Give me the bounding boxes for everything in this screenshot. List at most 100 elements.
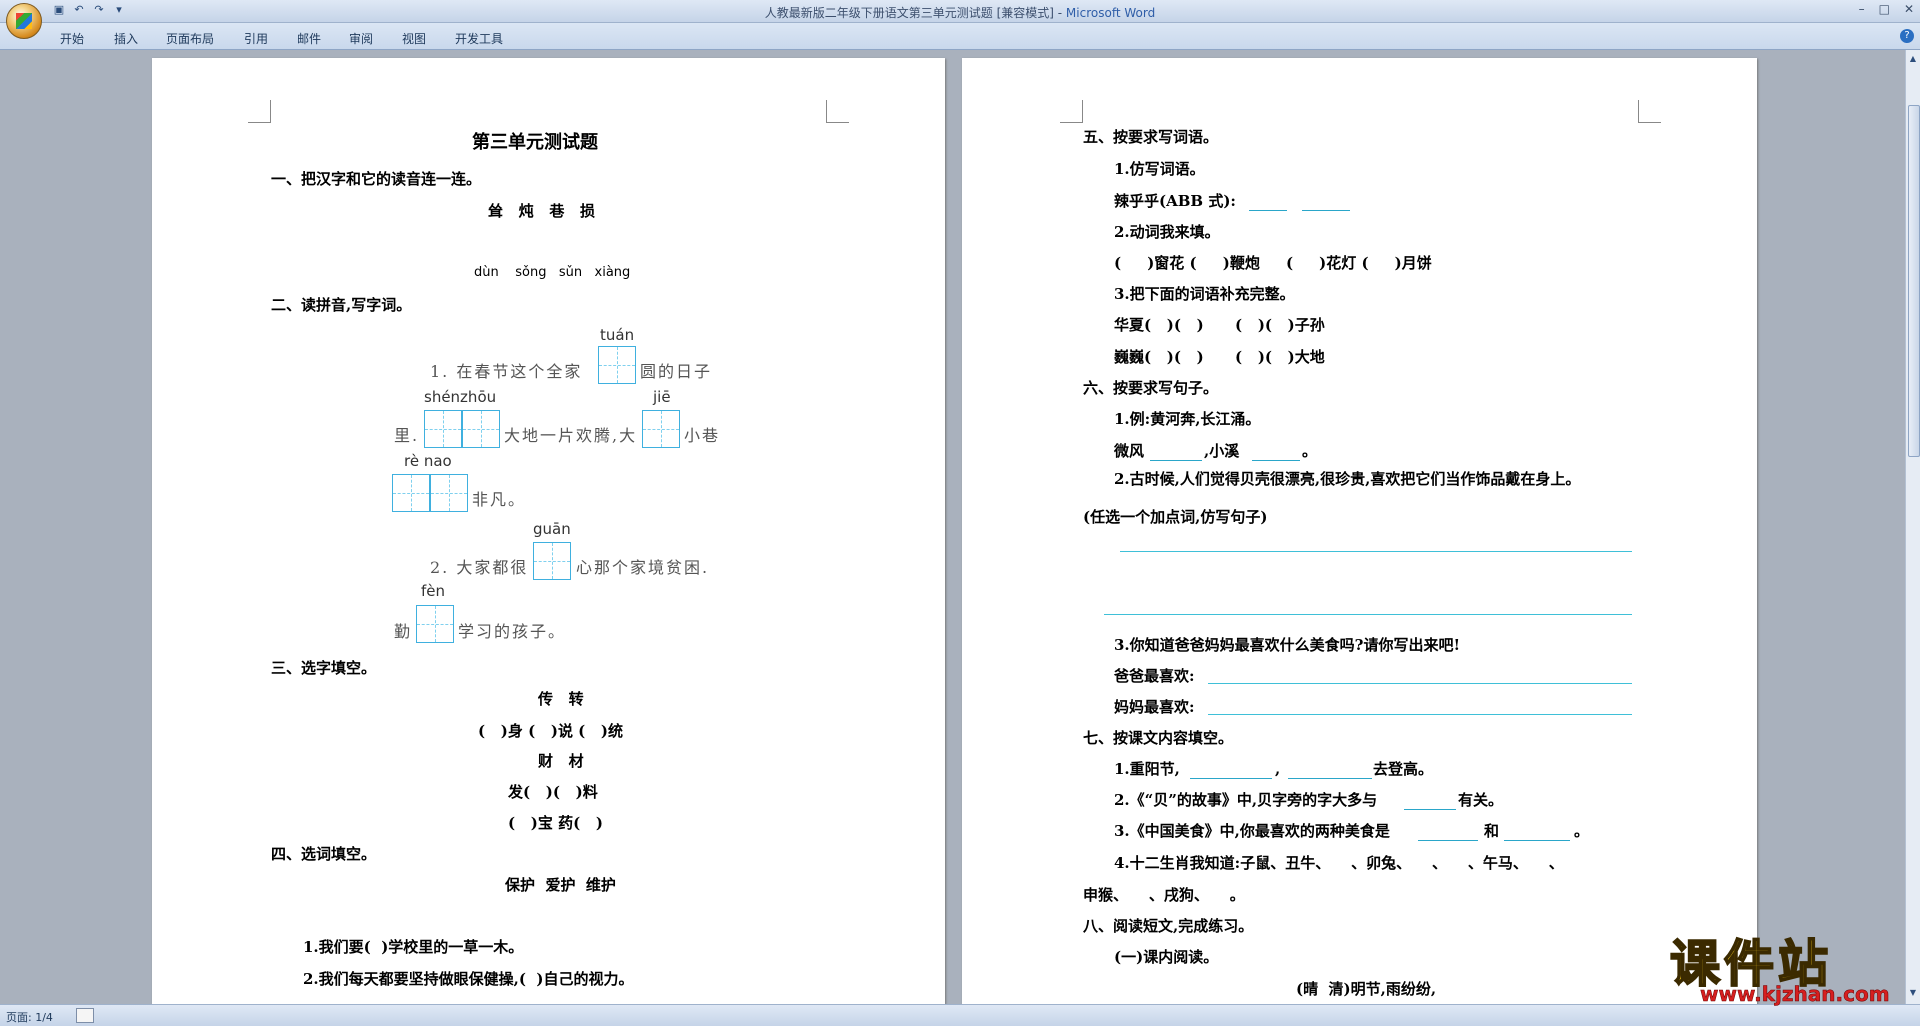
question-text: 妈妈最喜欢: bbox=[1114, 698, 1195, 716]
scroll-thumb[interactable] bbox=[1908, 105, 1920, 457]
question-text: (一)课内阅读。 bbox=[1114, 948, 1219, 966]
question-text: 。 bbox=[1302, 442, 1318, 460]
answer-blank[interactable] bbox=[1249, 198, 1287, 211]
sentence-text: 学习的孩子。 bbox=[458, 622, 567, 641]
question-text: 3.把下面的词语补充完整。 bbox=[1114, 285, 1295, 303]
writing-grid-box bbox=[424, 410, 462, 448]
margin-corner bbox=[1638, 100, 1661, 123]
writing-grid-box bbox=[598, 346, 636, 384]
question-text: 微风 bbox=[1114, 442, 1145, 460]
question-text: 辣乎乎(ABB 式): bbox=[1114, 192, 1236, 210]
office-logo-icon bbox=[16, 13, 32, 29]
section-3-line: ( )身 ( )说 ( )统 bbox=[478, 722, 624, 740]
question-text: 巍巍( )( ) ( )( )大地 bbox=[1114, 348, 1325, 366]
close-button[interactable]: ✕ bbox=[1904, 2, 1914, 16]
answer-blank[interactable] bbox=[1288, 766, 1372, 779]
scroll-up-icon[interactable]: ▲ bbox=[1908, 54, 1918, 66]
macro-record-icon[interactable] bbox=[76, 1008, 94, 1023]
scroll-down-icon[interactable]: ▼ bbox=[1908, 988, 1918, 1000]
minimize-button[interactable]: – bbox=[1859, 2, 1865, 16]
sentence-text: 1. 在春节这个全家 bbox=[430, 362, 583, 381]
section-3-pair: 传 转 bbox=[538, 690, 584, 708]
writing-line[interactable] bbox=[1120, 551, 1632, 552]
section-5-heading: 五、按要求写词语。 bbox=[1083, 128, 1219, 146]
window-title: 人教最新版二年级下册语文第三单元测试题 [兼容模式] - Microsoft W… bbox=[0, 4, 1920, 21]
sentence-text: 大地一片欢腾,大 bbox=[504, 426, 638, 445]
app-name: Microsoft Word bbox=[1065, 6, 1156, 20]
question-text: 1.例:黄河奔,长江涌。 bbox=[1114, 410, 1261, 428]
question-text: 2.《“贝”的故事》中,贝字旁的字大多与 bbox=[1114, 791, 1378, 809]
status-bar: 页面: 1/4 bbox=[0, 1004, 1920, 1026]
writing-grid-box bbox=[462, 410, 500, 448]
ribbon-tabs: 开始 插入 页面布局 引用 邮件 审阅 视图 开发工具 ? bbox=[0, 23, 1920, 50]
section-6-heading: 六、按要求写句子。 bbox=[1083, 379, 1219, 397]
section-3-pair: 财 材 bbox=[538, 752, 584, 770]
section-1-pinyin: dùn sǒng sǔn xiàng bbox=[474, 265, 631, 280]
sentence-text: 勤 bbox=[394, 622, 413, 641]
sentence-text: 里. bbox=[394, 426, 420, 445]
answer-blank[interactable] bbox=[1404, 797, 1456, 810]
tab-mailings[interactable]: 邮件 bbox=[297, 30, 321, 47]
section-3-line: ( )宝 药( ) bbox=[508, 814, 603, 832]
tab-review[interactable]: 审阅 bbox=[349, 30, 373, 47]
section-3-line: 发( )( )料 bbox=[508, 783, 598, 801]
section-4-heading: 四、选词填空。 bbox=[271, 845, 377, 863]
watermark-url: www.kjzhan.com bbox=[1700, 982, 1890, 1007]
question-text: 爸爸最喜欢: bbox=[1114, 667, 1195, 685]
pinyin-label: jiē bbox=[653, 388, 671, 406]
margin-corner bbox=[248, 100, 271, 123]
writing-grid-box bbox=[430, 474, 468, 512]
sentence-text: 小巷 bbox=[684, 426, 721, 445]
help-icon[interactable]: ? bbox=[1900, 29, 1914, 43]
pinyin-label: tuán bbox=[600, 326, 635, 344]
document-title: 人教最新版二年级下册语文第三单元测试题 [兼容模式] - bbox=[764, 6, 1066, 20]
document-page-1: 第三单元测试题 一、把汉字和它的读音连一连。 耸 炖 巷 损 dùn sǒng … bbox=[152, 58, 945, 1004]
writing-line[interactable] bbox=[1104, 614, 1632, 615]
page-indicator[interactable]: 页面: 1/4 bbox=[6, 1009, 53, 1025]
watermark-logo: 课件站 www.kjzhan.com bbox=[1669, 924, 1902, 1007]
margin-corner bbox=[826, 100, 849, 123]
question-text: 4.十二生肖我知道:子鼠、丑牛、 、卯兔、 、 、午马、 、 bbox=[1114, 854, 1564, 872]
question-text: ,小溪 bbox=[1204, 442, 1240, 460]
title-bar: ▣ ↶ ↷ ▾ 人教最新版二年级下册语文第三单元测试题 [兼容模式] - Mic… bbox=[0, 0, 1920, 23]
section-3-heading: 三、选字填空。 bbox=[271, 659, 377, 677]
pinyin-label: guān bbox=[533, 520, 571, 538]
margin-corner bbox=[1060, 100, 1083, 123]
question-text: 1.重阳节, bbox=[1114, 760, 1180, 778]
question-text: 和 bbox=[1484, 822, 1500, 840]
answer-blank[interactable] bbox=[1252, 448, 1300, 461]
tab-insert[interactable]: 插入 bbox=[114, 30, 138, 47]
tab-references[interactable]: 引用 bbox=[244, 30, 268, 47]
pinyin-label: shénzhōu bbox=[424, 388, 497, 406]
answer-blank[interactable] bbox=[1190, 766, 1272, 779]
question-text: 华夏( )( ) ( )( )子孙 bbox=[1114, 316, 1325, 334]
tab-view[interactable]: 视图 bbox=[402, 30, 426, 47]
tab-page-layout[interactable]: 页面布局 bbox=[166, 30, 214, 47]
section-1-heading: 一、把汉字和它的读音连一连。 bbox=[271, 170, 482, 188]
maximize-button[interactable]: □ bbox=[1879, 2, 1890, 16]
writing-line[interactable] bbox=[1208, 683, 1632, 684]
writing-line[interactable] bbox=[1208, 714, 1632, 715]
answer-blank[interactable] bbox=[1150, 448, 1202, 461]
question-text: 申猴、 、戌狗、 。 bbox=[1083, 886, 1245, 904]
writing-grid-box bbox=[392, 474, 430, 512]
window-controls: – □ ✕ bbox=[1859, 2, 1914, 16]
tab-developer[interactable]: 开发工具 bbox=[455, 30, 503, 47]
sentence-text: 心那个家境贫困. bbox=[576, 558, 710, 577]
question-text: 1.仿写词语。 bbox=[1114, 160, 1205, 178]
section-4-question: 1.我们要( )学校里的一草一木。 bbox=[303, 938, 524, 956]
section-1-chars: 耸 炖 巷 损 bbox=[488, 202, 595, 220]
section-7-heading: 七、按课文内容填空。 bbox=[1083, 729, 1234, 747]
answer-blank[interactable] bbox=[1302, 198, 1350, 211]
document-page-2: 五、按要求写词语。 1.仿写词语。 辣乎乎(ABB 式): 2.动词我来填。 (… bbox=[962, 58, 1757, 1004]
sentence-text: 非凡。 bbox=[472, 490, 527, 509]
office-button[interactable] bbox=[6, 3, 42, 39]
tab-home[interactable]: 开始 bbox=[60, 30, 84, 47]
page-title: 第三单元测试题 bbox=[472, 132, 598, 153]
question-text: 有关。 bbox=[1458, 791, 1504, 809]
question-text: 2.古时候,人们觉得贝壳很漂亮,很珍贵,喜欢把它们当作饰品戴在身上。 bbox=[1114, 470, 1581, 488]
vertical-scrollbar[interactable]: ▲ ▼ bbox=[1905, 50, 1920, 1005]
answer-blank[interactable] bbox=[1418, 828, 1478, 841]
sentence-text: 圆的日子 bbox=[640, 362, 713, 381]
answer-blank[interactable] bbox=[1504, 828, 1570, 841]
